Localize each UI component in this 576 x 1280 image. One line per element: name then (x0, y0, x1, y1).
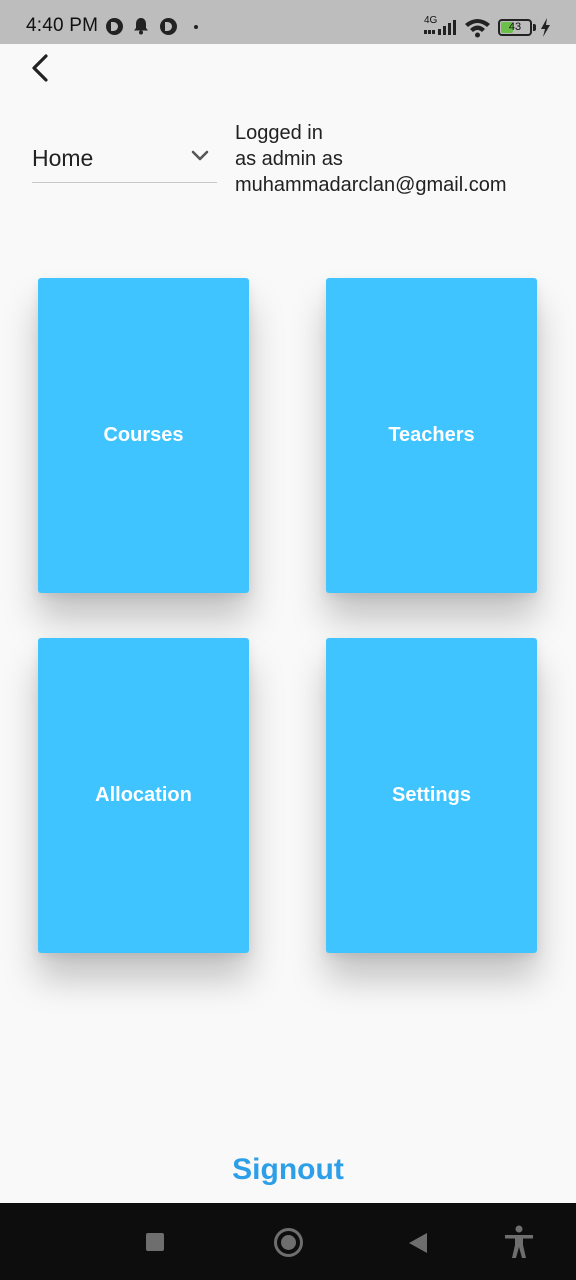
allocation-tile[interactable]: Allocation (38, 638, 249, 953)
battery-cap (533, 24, 536, 31)
notification-app-icon (160, 18, 177, 35)
back-arrow-icon (32, 54, 48, 82)
settings-tile-label: Settings (392, 784, 471, 806)
notification-app-icon (106, 18, 123, 35)
battery-icon: 43 (498, 19, 532, 36)
signout-button[interactable]: Signout (0, 1153, 576, 1187)
teachers-tile[interactable]: Teachers (326, 278, 537, 593)
status-bar: 4:40 PM 4G 43 (0, 0, 576, 44)
courses-tile-label: Courses (103, 424, 184, 446)
back-button[interactable] (24, 48, 60, 88)
allocation-tile-label: Allocation (95, 784, 192, 806)
settings-tile[interactable]: Settings (326, 638, 537, 953)
back-icon[interactable] (407, 1231, 429, 1255)
courses-tile[interactable]: Courses (38, 278, 249, 593)
system-nav-bar (0, 1203, 576, 1280)
dropdown-value: Home (32, 145, 94, 171)
battery-percent: 43 (508, 21, 522, 33)
accessibility-icon[interactable] (503, 1225, 535, 1259)
teachers-tile-label: Teachers (388, 424, 475, 446)
home-icon[interactable] (274, 1228, 303, 1257)
dot-icon (194, 25, 198, 29)
bell-icon (134, 18, 148, 35)
login-info: Logged in as admin as muhammadarclan@gma… (235, 120, 565, 198)
login-info-line-2: as admin as (235, 148, 343, 170)
page-dropdown[interactable]: Home (32, 132, 217, 183)
signal-icon (424, 20, 456, 35)
login-info-email: muhammadarclan@gmail.com (235, 174, 507, 196)
recents-icon[interactable] (146, 1233, 164, 1251)
login-info-line-1: Logged in (235, 122, 323, 144)
status-time: 4:40 PM (26, 15, 99, 36)
chevron-down-icon (191, 150, 209, 161)
wifi-icon (465, 19, 490, 38)
charging-icon (541, 18, 550, 37)
